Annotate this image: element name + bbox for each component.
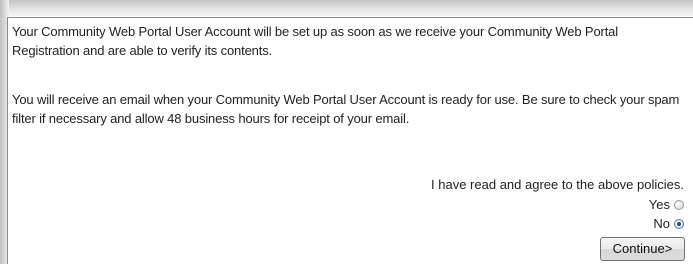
agree-no-option[interactable]: No bbox=[653, 214, 684, 233]
agree-yes-option[interactable]: Yes bbox=[649, 195, 684, 214]
account-setup-notice: Your Community Web Portal User Account w… bbox=[12, 24, 618, 58]
agreement-prompt: I have read and agree to the above polic… bbox=[431, 177, 684, 192]
agree-no-radio[interactable] bbox=[674, 218, 684, 229]
agree-no-label: No bbox=[653, 216, 670, 231]
window-top-frame bbox=[0, 0, 693, 16]
agree-yes-label: Yes bbox=[648, 197, 670, 212]
continue-button[interactable]: Continue> bbox=[600, 237, 685, 261]
agree-yes-radio[interactable] bbox=[674, 199, 684, 210]
registration-notice-panel: Your Community Web Portal User Account w… bbox=[7, 17, 693, 264]
email-notice: You will receive an email when your Comm… bbox=[12, 92, 680, 126]
